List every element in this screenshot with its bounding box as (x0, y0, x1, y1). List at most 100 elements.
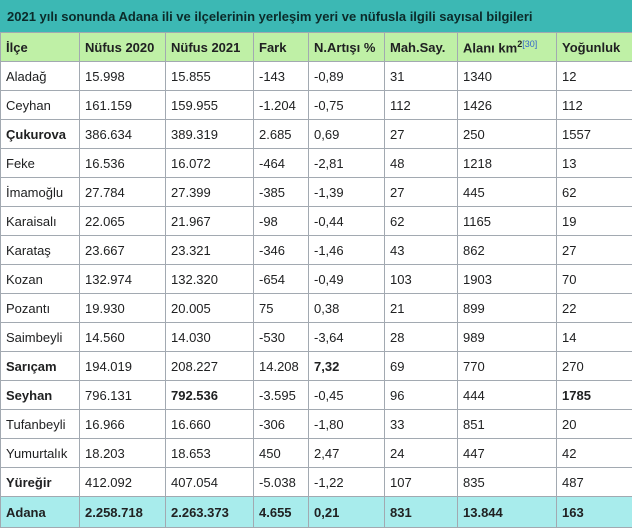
cell-nufus-2020: 27.784 (80, 178, 166, 207)
cell-ilce: Kozan (1, 265, 80, 294)
total-yogunluk: 163 (557, 497, 632, 528)
header-fark: Fark (254, 33, 309, 62)
cell-yogunluk: 14 (557, 323, 632, 352)
cell-alan: 1426 (458, 91, 557, 120)
cell-ilce: Yüreğir (1, 468, 80, 497)
cell-artis: 0,38 (309, 294, 385, 323)
cell-alan: 250 (458, 120, 557, 149)
cell-yogunluk: 1557 (557, 120, 632, 149)
cell-artis: -0,44 (309, 207, 385, 236)
cell-mah-say: 28 (385, 323, 458, 352)
cell-fark: -98 (254, 207, 309, 236)
cell-mah-say: 31 (385, 62, 458, 91)
header-alan: Alanı km2[30] (458, 33, 557, 62)
cell-nufus-2021: 16.072 (166, 149, 254, 178)
cell-artis: -0,75 (309, 91, 385, 120)
cell-alan: 1165 (458, 207, 557, 236)
cell-mah-say: 21 (385, 294, 458, 323)
header-ilce: İlçe (1, 33, 80, 62)
cell-ilce: İmamoğlu (1, 178, 80, 207)
total-nufus-2020: 2.258.718 (80, 497, 166, 528)
cell-ilce: Saimbeyli (1, 323, 80, 352)
total-ilce: Adana (1, 497, 80, 528)
cell-fark: -143 (254, 62, 309, 91)
cell-alan: 989 (458, 323, 557, 352)
cell-mah-say: 27 (385, 178, 458, 207)
cell-mah-say: 24 (385, 439, 458, 468)
cell-nufus-2021: 16.660 (166, 410, 254, 439)
cell-nufus-2021: 132.320 (166, 265, 254, 294)
cell-fark: -1.204 (254, 91, 309, 120)
header-alan-label: Alanı km (463, 40, 517, 55)
total-nufus-2021: 2.263.373 (166, 497, 254, 528)
cell-yogunluk: 270 (557, 352, 632, 381)
table-row: Ceyhan161.159159.955-1.204-0,75112142611… (1, 91, 632, 120)
cell-nufus-2020: 412.092 (80, 468, 166, 497)
cell-nufus-2020: 796.131 (80, 381, 166, 410)
table-row: Pozantı19.93020.005750,382189922 (1, 294, 632, 323)
table-row: Aladağ15.99815.855-143-0,8931134012 (1, 62, 632, 91)
total-artis: 0,21 (309, 497, 385, 528)
cell-nufus-2020: 23.667 (80, 236, 166, 265)
cell-ilce: Karataş (1, 236, 80, 265)
cell-ilce: Karaisalı (1, 207, 80, 236)
table-row: İmamoğlu27.78427.399-385-1,392744562 (1, 178, 632, 207)
cell-yogunluk: 27 (557, 236, 632, 265)
cell-nufus-2021: 792.536 (166, 381, 254, 410)
cell-yogunluk: 12 (557, 62, 632, 91)
cell-nufus-2021: 14.030 (166, 323, 254, 352)
cell-nufus-2021: 389.319 (166, 120, 254, 149)
cell-nufus-2021: 18.653 (166, 439, 254, 468)
cell-artis: -0,45 (309, 381, 385, 410)
table-row: Karaisalı22.06521.967-98-0,4462116519 (1, 207, 632, 236)
population-table-figure: 2021 yılı sonunda Adana ili ve ilçelerin… (0, 0, 632, 522)
reference-link[interactable]: [30] (522, 39, 537, 49)
total-row: Adana 2.258.718 2.263.373 4.655 0,21 831… (1, 497, 632, 528)
cell-yogunluk: 19 (557, 207, 632, 236)
cell-ilce: Feke (1, 149, 80, 178)
cell-artis: -0,49 (309, 265, 385, 294)
header-artis: N.Artışı % (309, 33, 385, 62)
cell-fark: -3.595 (254, 381, 309, 410)
cell-nufus-2020: 161.159 (80, 91, 166, 120)
cell-alan: 444 (458, 381, 557, 410)
table-row: Sarıçam194.019208.22714.2087,3269770270 (1, 352, 632, 381)
cell-ilce: Aladağ (1, 62, 80, 91)
cell-yogunluk: 62 (557, 178, 632, 207)
cell-fark: 450 (254, 439, 309, 468)
cell-alan: 899 (458, 294, 557, 323)
cell-alan: 770 (458, 352, 557, 381)
table-row: Yumurtalık18.20318.6534502,472444742 (1, 439, 632, 468)
cell-fark: -346 (254, 236, 309, 265)
cell-fark: -306 (254, 410, 309, 439)
cell-artis: 0,69 (309, 120, 385, 149)
cell-mah-say: 27 (385, 120, 458, 149)
table-row: Kozan132.974132.320-654-0,49103190370 (1, 265, 632, 294)
cell-artis: -2,81 (309, 149, 385, 178)
cell-fark: -464 (254, 149, 309, 178)
cell-fark: 75 (254, 294, 309, 323)
cell-fark: 14.208 (254, 352, 309, 381)
header-nufus-2020: Nüfus 2020 (80, 33, 166, 62)
cell-mah-say: 43 (385, 236, 458, 265)
cell-nufus-2021: 407.054 (166, 468, 254, 497)
cell-mah-say: 69 (385, 352, 458, 381)
cell-artis: -1,22 (309, 468, 385, 497)
cell-yogunluk: 42 (557, 439, 632, 468)
cell-nufus-2021: 27.399 (166, 178, 254, 207)
header-nufus-2021: Nüfus 2021 (166, 33, 254, 62)
cell-yogunluk: 70 (557, 265, 632, 294)
cell-nufus-2020: 16.536 (80, 149, 166, 178)
table-body: Aladağ15.99815.855-143-0,8931134012Ceyha… (1, 62, 632, 497)
cell-mah-say: 96 (385, 381, 458, 410)
table-row: Karataş23.66723.321-346-1,464386227 (1, 236, 632, 265)
cell-alan: 1340 (458, 62, 557, 91)
cell-artis: -1,46 (309, 236, 385, 265)
cell-nufus-2020: 15.998 (80, 62, 166, 91)
cell-mah-say: 107 (385, 468, 458, 497)
cell-nufus-2020: 386.634 (80, 120, 166, 149)
cell-nufus-2021: 21.967 (166, 207, 254, 236)
cell-alan: 835 (458, 468, 557, 497)
cell-nufus-2021: 15.855 (166, 62, 254, 91)
table-row: Çukurova386.634389.3192.6850,69272501557 (1, 120, 632, 149)
